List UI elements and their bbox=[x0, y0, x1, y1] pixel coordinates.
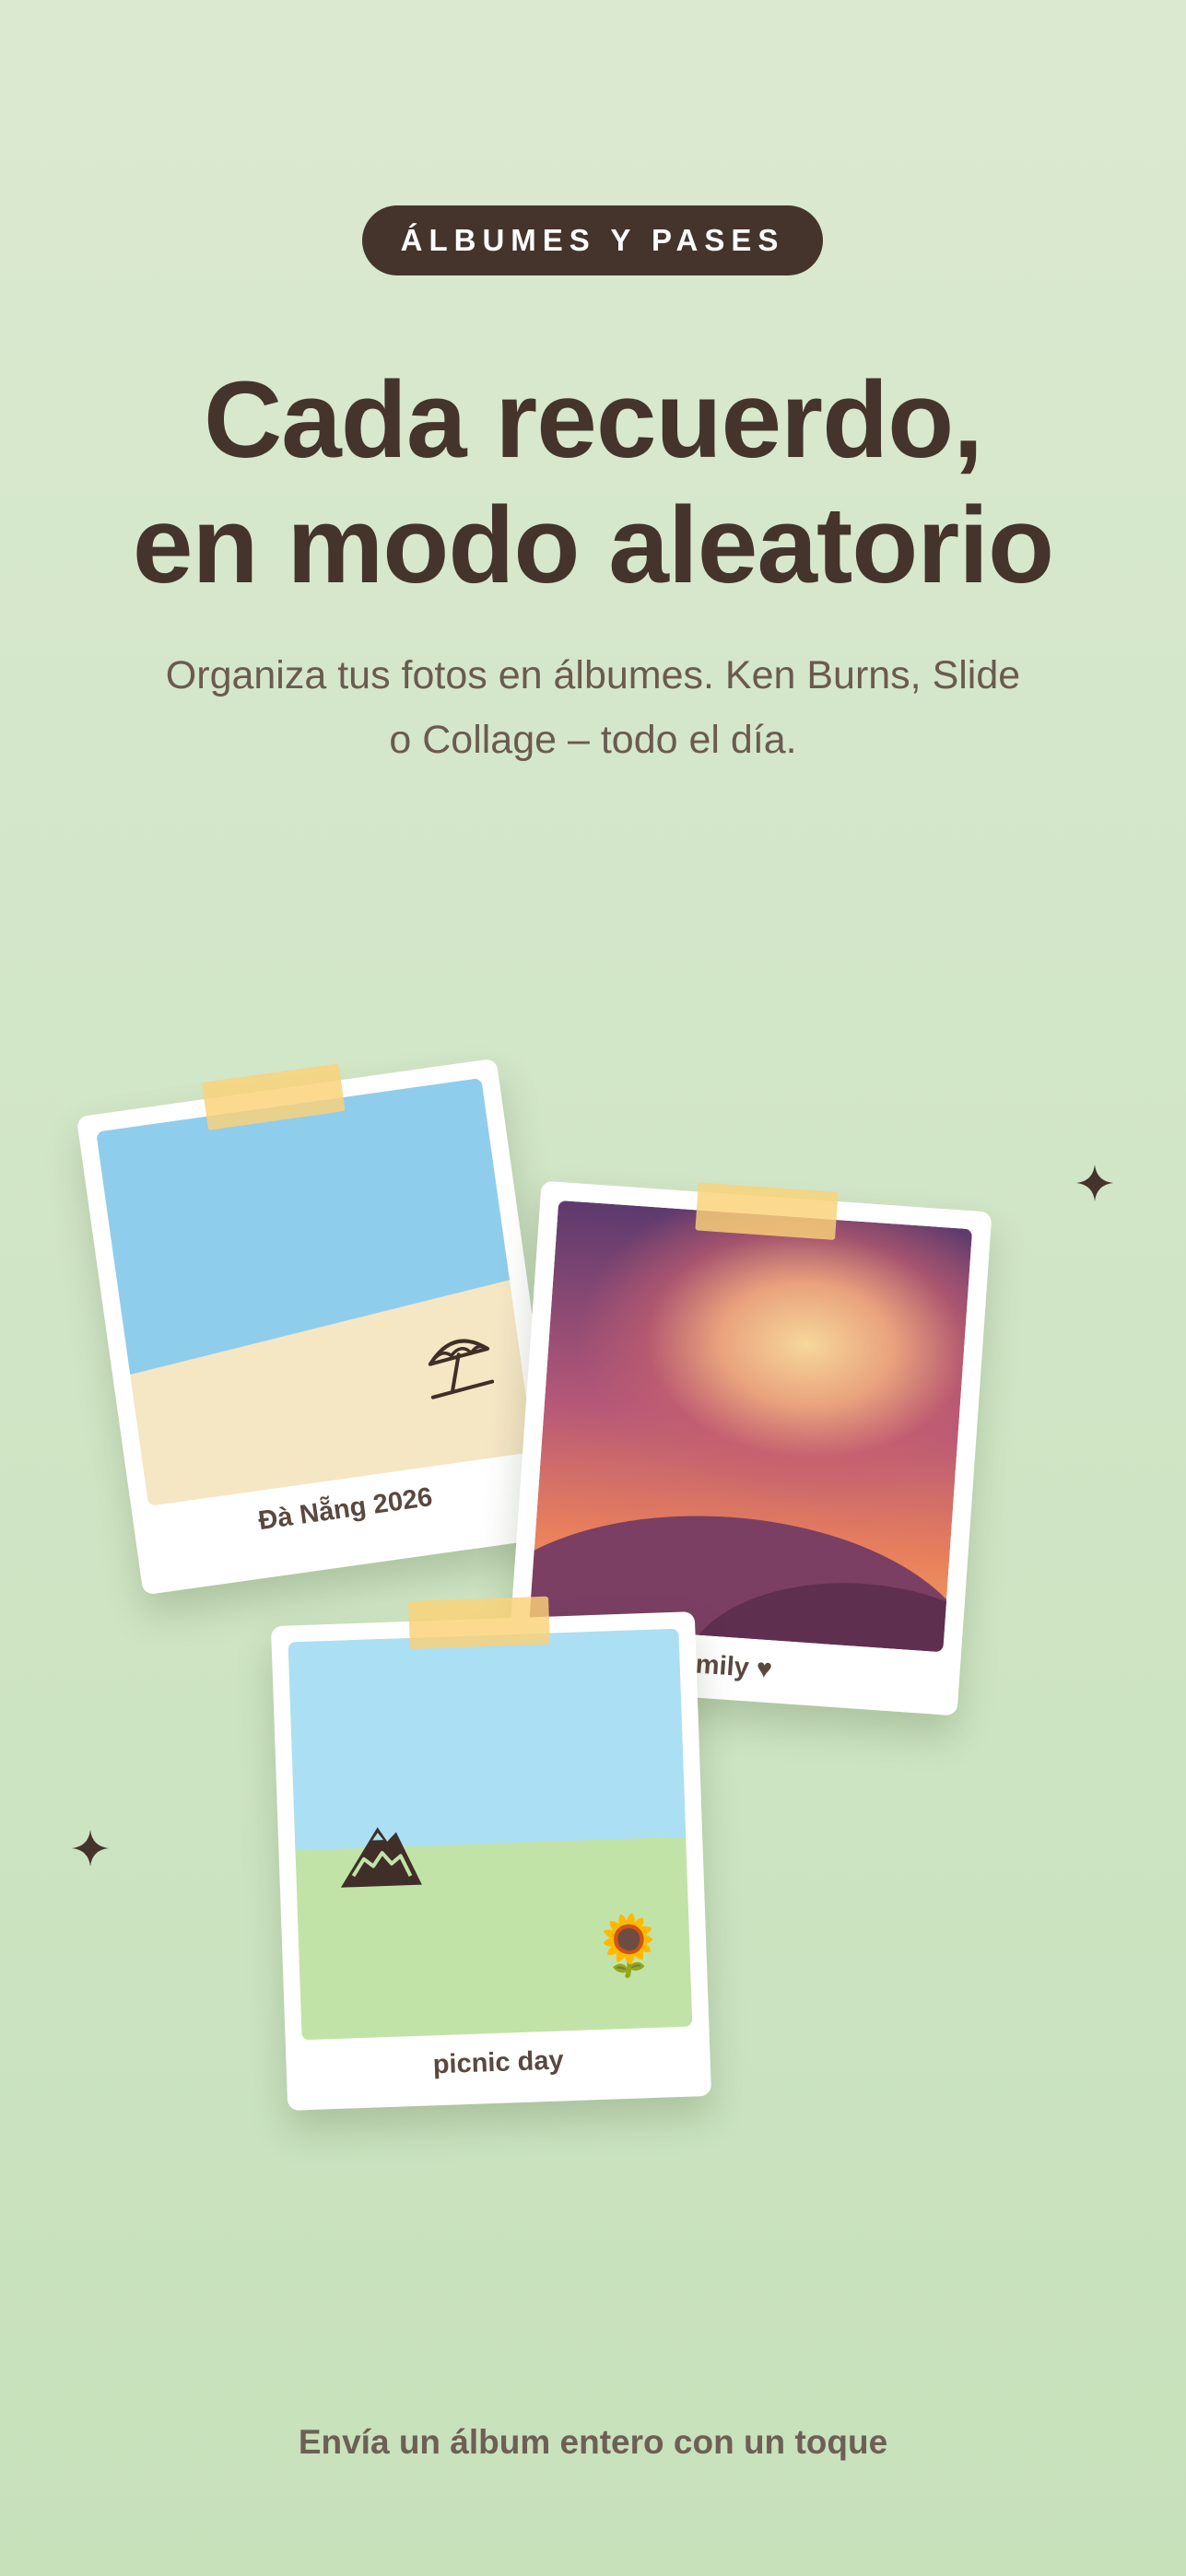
subtitle-line-1: Organiza tus fotos en álbumes. Ken Burns… bbox=[165, 653, 1021, 697]
subtitle-line-2: o Collage – todo el día. bbox=[389, 718, 797, 762]
beach-umbrella-icon bbox=[428, 1339, 495, 1399]
picnic-sky bbox=[288, 1628, 687, 1851]
beach-photo bbox=[96, 1077, 534, 1506]
sparkle-icon bbox=[72, 1830, 109, 1867]
footer-text: Envía un álbum entero con un toque bbox=[298, 2423, 888, 2461]
sunflower-icon: 🌻 bbox=[591, 1911, 667, 1981]
mountain-icon bbox=[340, 1827, 422, 1888]
picnic-photo: 🌻 bbox=[288, 1628, 693, 2041]
polaroid-beach: Đà Nẵng 2026 bbox=[76, 1058, 564, 1596]
sunset-photo bbox=[529, 1200, 973, 1653]
sparkle-icon bbox=[1076, 1165, 1113, 1201]
headline-line-2: en modo aleatorio bbox=[132, 485, 1054, 606]
section-badge: ÁLBUMES Y PASES bbox=[362, 205, 823, 275]
polaroid-picnic: 🌻 picnic day bbox=[270, 1596, 712, 2111]
tape-strip bbox=[695, 1182, 839, 1240]
tape-strip bbox=[408, 1596, 550, 1649]
headline-line-1: Cada recuerdo, bbox=[203, 359, 983, 481]
polaroid-caption: picnic day bbox=[432, 2045, 565, 2080]
